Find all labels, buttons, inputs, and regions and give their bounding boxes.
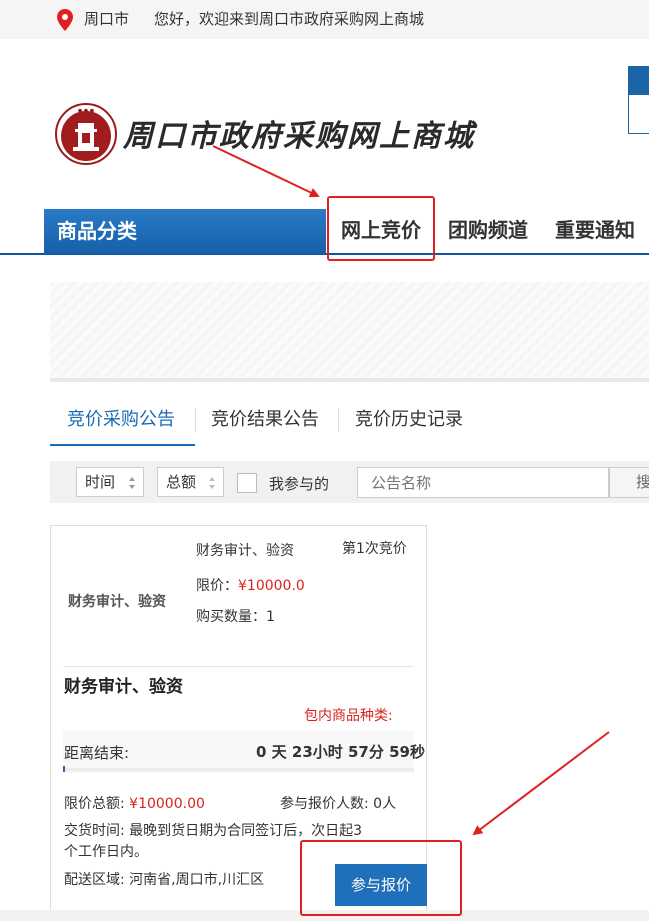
annotation-arrow-nav bbox=[212, 145, 320, 198]
annotation-arrows bbox=[212, 145, 610, 836]
annotation-arrow-bid bbox=[472, 731, 610, 836]
